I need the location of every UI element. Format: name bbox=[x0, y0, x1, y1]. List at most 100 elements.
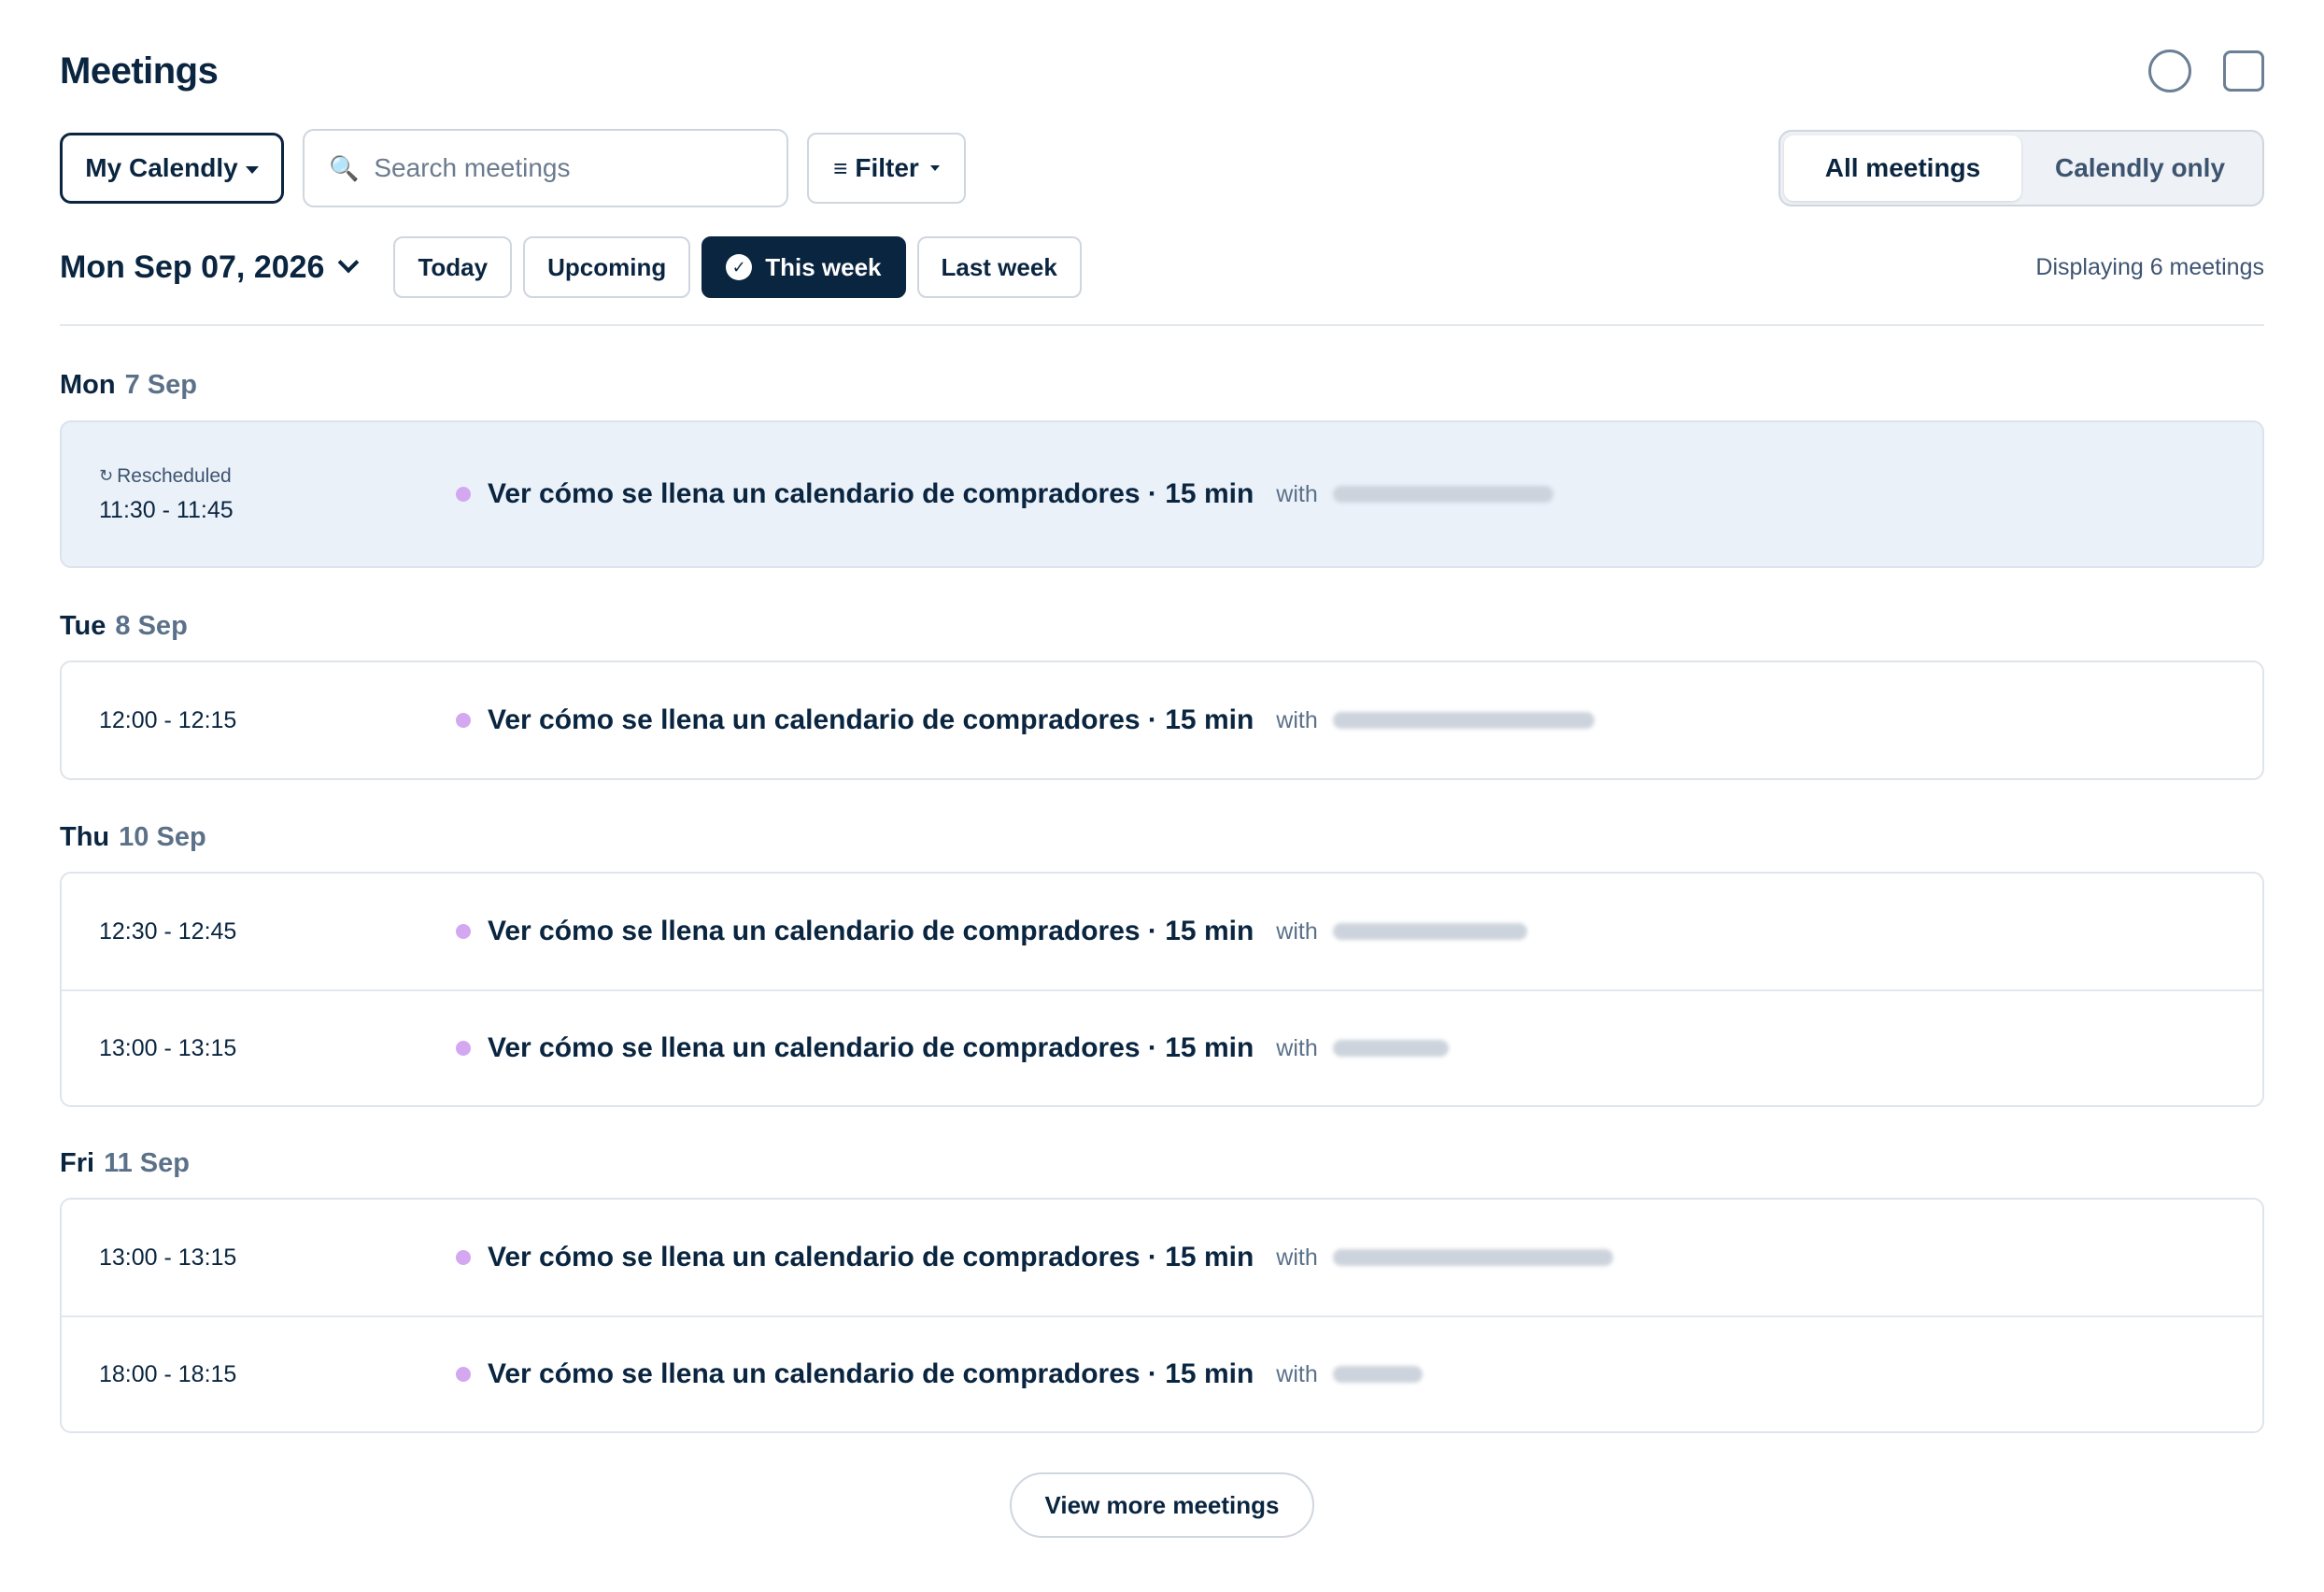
chevron-down-icon bbox=[338, 251, 360, 274]
divider bbox=[60, 324, 2264, 326]
meeting-title: Ver cómo se llena un calendario de compr… bbox=[488, 478, 1254, 509]
day-name: Thu bbox=[60, 822, 110, 852]
day-card: 12:30 - 12:45 Ver cómo se llena un calen… bbox=[60, 872, 2264, 1107]
with-label: with bbox=[1276, 1034, 1318, 1061]
rescheduled-badge: ↻ Rescheduled bbox=[99, 465, 234, 488]
range-this-week-button[interactable]: ✓ This week bbox=[701, 236, 906, 298]
calendar-select-label: My Calendly bbox=[85, 153, 238, 182]
day-date: 8 Sep bbox=[115, 611, 188, 641]
caret-down-icon bbox=[929, 165, 940, 171]
meeting-time: 13:00 - 13:15 bbox=[99, 1034, 237, 1061]
meeting-time: 18:00 - 18:15 bbox=[99, 1360, 237, 1387]
meeting-title: Ver cómo se llena un calendario de compr… bbox=[488, 704, 1254, 735]
with-label: with bbox=[1276, 1244, 1318, 1271]
filter-button[interactable]: ≡ Filter bbox=[807, 133, 966, 204]
view-more-button[interactable]: View more meetings bbox=[1010, 1472, 1314, 1538]
circle-icon[interactable] bbox=[2148, 50, 2191, 92]
range-this-week-label: This week bbox=[765, 252, 882, 281]
meeting-time: 12:30 - 12:45 bbox=[99, 917, 237, 945]
check-icon: ✓ bbox=[726, 254, 753, 280]
meeting-source-toggle: All meetings Calendly only bbox=[1778, 130, 2264, 206]
meeting-event: Ver cómo se llena un calendario de compr… bbox=[456, 704, 1594, 736]
search-box[interactable]: 🔍 bbox=[303, 129, 788, 207]
meeting-row[interactable]: 12:00 - 12:15 Ver cómo se llena un calen… bbox=[62, 662, 2262, 778]
date-row: Mon Sep 07, 2026 Today Upcoming ✓ This w… bbox=[60, 235, 2264, 299]
with-label: with bbox=[1276, 480, 1318, 507]
invitee-name-redacted bbox=[1332, 1366, 1423, 1383]
event-type-dot-icon bbox=[456, 1367, 471, 1382]
day-name: Fri bbox=[60, 1148, 95, 1178]
date-picker[interactable]: Mon Sep 07, 2026 bbox=[60, 249, 360, 286]
meeting-time: 13:00 - 13:15 bbox=[99, 1244, 237, 1271]
day-heading: Thu 10 Sep bbox=[60, 822, 206, 853]
range-today-label: Today bbox=[418, 252, 489, 281]
day-heading: Mon 7 Sep bbox=[60, 370, 197, 401]
meeting-title: Ver cómo se llena un calendario de compr… bbox=[488, 916, 1254, 946]
meeting-time-col: 18:00 - 18:15 bbox=[99, 1361, 236, 1388]
range-upcoming-label: Upcoming bbox=[547, 252, 667, 281]
meeting-title: Ver cómo se llena un calendario de compr… bbox=[488, 1242, 1254, 1272]
reschedule-icon: ↻ bbox=[99, 466, 114, 485]
invitee-name-redacted bbox=[1332, 1040, 1449, 1057]
event-type-dot-icon bbox=[456, 487, 471, 502]
filter-icon: ≡ bbox=[833, 153, 848, 182]
with-label: with bbox=[1276, 706, 1318, 733]
meeting-event: Ver cómo se llena un calendario de compr… bbox=[456, 1032, 1449, 1064]
title-row: Meetings bbox=[60, 45, 2264, 97]
event-type-dot-icon bbox=[456, 1250, 471, 1265]
meeting-time-col: 12:00 - 12:15 bbox=[99, 707, 236, 734]
day-card: 13:00 - 13:15 Ver cómo se llena un calen… bbox=[60, 1198, 2264, 1433]
invitee-name-redacted bbox=[1332, 712, 1594, 729]
range-upcoming-button[interactable]: Upcoming bbox=[523, 236, 691, 298]
meeting-count: Displaying 6 meetings bbox=[2035, 253, 2264, 280]
meeting-row[interactable]: 12:30 - 12:45 Ver cómo se llena un calen… bbox=[62, 874, 2262, 989]
range-last-week-button[interactable]: Last week bbox=[916, 236, 1082, 298]
meeting-time-col: ↻ Rescheduled 11:30 - 11:45 bbox=[99, 465, 234, 524]
meeting-row[interactable]: 13:00 - 13:15 Ver cómo se llena un calen… bbox=[62, 989, 2262, 1105]
filter-label: Filter bbox=[855, 153, 919, 182]
meeting-event: Ver cómo se llena un calendario de compr… bbox=[456, 478, 1553, 510]
with-label: with bbox=[1276, 917, 1318, 945]
square-icon[interactable] bbox=[2223, 50, 2264, 92]
day-date: 10 Sep bbox=[119, 822, 206, 852]
event-type-dot-icon bbox=[456, 713, 471, 728]
meeting-time: 11:30 - 11:45 bbox=[99, 496, 234, 523]
day-heading: Tue 8 Sep bbox=[60, 611, 188, 642]
selected-date: Mon Sep 07, 2026 bbox=[60, 249, 325, 285]
search-icon: 🔍 bbox=[329, 153, 360, 182]
calendar-select[interactable]: My Calendly bbox=[60, 133, 284, 204]
meeting-row[interactable]: ↻ Rescheduled 11:30 - 11:45 Ver cómo se … bbox=[62, 422, 2262, 566]
event-type-dot-icon bbox=[456, 1041, 471, 1056]
meeting-time: 12:00 - 12:15 bbox=[99, 706, 237, 733]
day-card: 12:00 - 12:15 Ver cómo se llena un calen… bbox=[60, 661, 2264, 780]
day-card: ↻ Rescheduled 11:30 - 11:45 Ver cómo se … bbox=[60, 420, 2264, 568]
meeting-event: Ver cómo se llena un calendario de compr… bbox=[456, 916, 1527, 947]
meeting-row[interactable]: 13:00 - 13:15 Ver cómo se llena un calen… bbox=[62, 1200, 2262, 1315]
range-today-button[interactable]: Today bbox=[393, 236, 513, 298]
meeting-time-col: 13:00 - 13:15 bbox=[99, 1244, 236, 1272]
meeting-title: Ver cómo se llena un calendario de compr… bbox=[488, 1032, 1254, 1063]
page-title: Meetings bbox=[60, 50, 219, 92]
segment-all-meetings[interactable]: All meetings bbox=[1784, 135, 2021, 201]
meeting-title: Ver cómo se llena un calendario de compr… bbox=[488, 1358, 1254, 1389]
meetings-page: Meetings My Calendly 🔍 ≡ Filter All meet… bbox=[0, 0, 2324, 1592]
invitee-name-redacted bbox=[1332, 923, 1527, 940]
search-input[interactable] bbox=[374, 153, 767, 183]
meeting-time-col: 12:30 - 12:45 bbox=[99, 918, 236, 945]
day-date: 11 Sep bbox=[104, 1148, 190, 1178]
day-name: Tue bbox=[60, 611, 106, 641]
meeting-row[interactable]: 18:00 - 18:15 Ver cómo se llena un calen… bbox=[62, 1315, 2262, 1431]
window-icons bbox=[2148, 50, 2264, 92]
day-heading: Fri 11 Sep bbox=[60, 1148, 190, 1179]
rescheduled-label: Rescheduled bbox=[117, 464, 232, 487]
caret-down-icon bbox=[245, 166, 259, 174]
meeting-event: Ver cómo se llena un calendario de compr… bbox=[456, 1242, 1613, 1273]
day-name: Mon bbox=[60, 370, 116, 400]
meeting-event: Ver cómo se llena un calendario de compr… bbox=[456, 1358, 1423, 1390]
toolbar: My Calendly 🔍 ≡ Filter All meetings Cale… bbox=[60, 129, 2264, 207]
meeting-time-col: 13:00 - 13:15 bbox=[99, 1035, 236, 1062]
range-last-week-label: Last week bbox=[941, 252, 1057, 281]
invitee-name-redacted bbox=[1332, 486, 1553, 503]
with-label: with bbox=[1276, 1360, 1318, 1387]
segment-calendly-only[interactable]: Calendly only bbox=[2021, 135, 2259, 201]
